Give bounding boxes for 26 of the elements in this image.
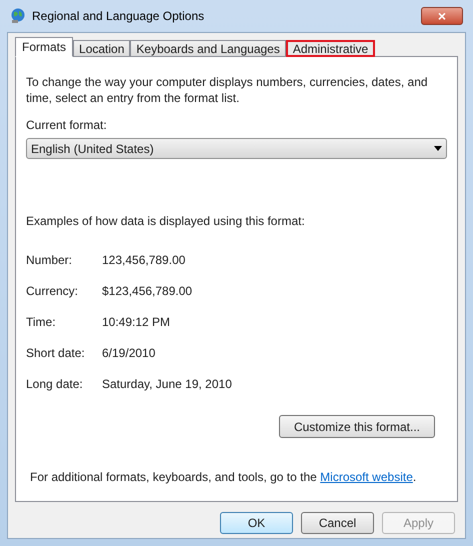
globe-icon	[10, 8, 26, 24]
example-label: Time:	[26, 314, 57, 330]
tab[interactable]: Administrative	[286, 40, 376, 57]
intro-text: To change the way your computer displays numbers, currencies, dates, and time, select an entry from the format list.	[26, 74, 429, 106]
footer-text: For additional formats, keyboards, and tools, go to the Microsoft website.	[29, 469, 418, 486]
example-label: Currency:	[26, 282, 80, 300]
tab[interactable]: Formats	[15, 37, 74, 57]
microsoft-website-link[interactable]: Microsoft website	[320, 470, 413, 484]
example-value: 10:49:12 PM	[102, 314, 170, 330]
dialog-button[interactable]: OK	[220, 512, 293, 534]
current-format-label: Current format:	[26, 117, 107, 134]
example-label: Short date:	[26, 344, 86, 362]
example-value: 123,456,789.00	[102, 252, 186, 268]
example-label: Number:	[26, 252, 74, 268]
example-value: Saturday, June 19, 2010	[102, 376, 232, 392]
customize-format-button[interactable]: Customize this format...	[278, 415, 435, 438]
example-label: Long date:	[26, 376, 84, 392]
window-title: Regional and Language Options	[32, 8, 204, 25]
tab[interactable]: Keyboards and Languages	[130, 40, 286, 57]
dialog-button[interactable]: Cancel	[301, 512, 374, 534]
tab[interactable]: Location	[73, 40, 130, 57]
example-value: 6/19/2010	[102, 344, 156, 362]
dropdown-caret-icon	[434, 146, 442, 151]
example-value: $123,456,789.00	[102, 282, 192, 300]
examples-heading: Examples of how data is displayed using this format:	[26, 213, 305, 230]
format-dropdown[interactable]: English (United States)	[26, 138, 447, 159]
